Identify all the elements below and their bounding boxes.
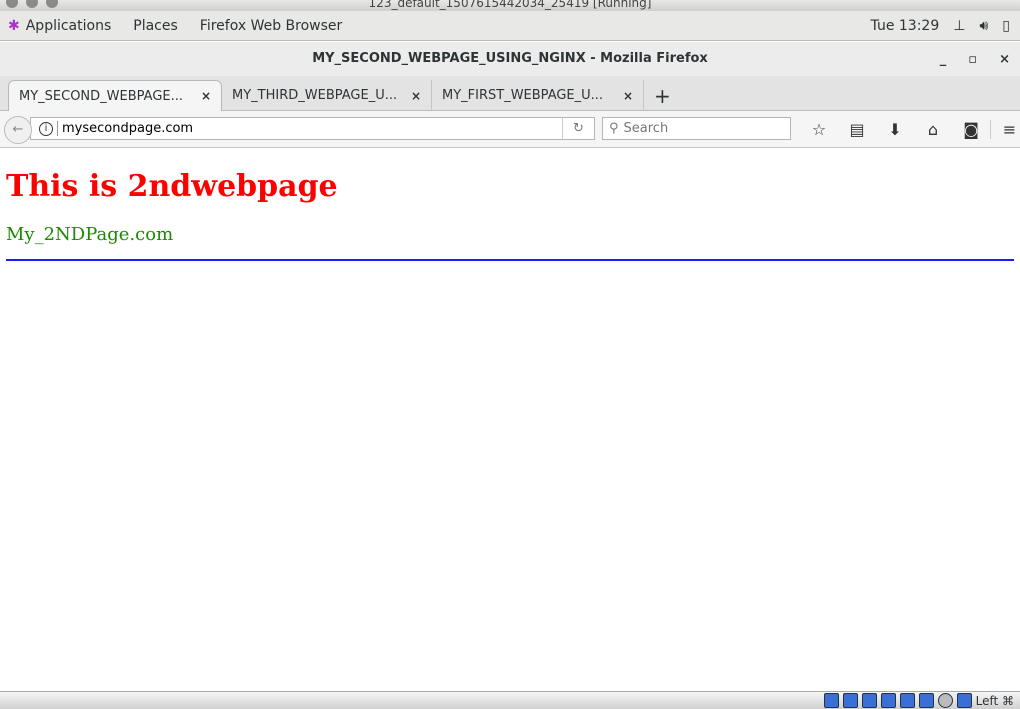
volume-icon[interactable]: 🔊︎ [979, 18, 988, 34]
info-icon[interactable]: i [39, 121, 53, 136]
home-icon[interactable]: ⌂ [914, 120, 952, 139]
close-tab-icon[interactable]: × [411, 89, 421, 103]
hard-disk-icon[interactable] [823, 693, 839, 708]
search-input[interactable]: ⚲ Search [602, 117, 791, 140]
new-tab-button[interactable]: + [644, 80, 671, 111]
back-button[interactable]: ← [4, 116, 32, 144]
mouse-integration-icon[interactable] [956, 693, 972, 708]
places-menu[interactable]: Places [133, 18, 178, 34]
app-menu[interactable]: Firefox Web Browser [200, 18, 343, 34]
menu-icon[interactable]: ≡ [990, 120, 1020, 139]
battery-icon[interactable]: ▯ [1002, 18, 1010, 34]
recording-icon[interactable] [937, 693, 953, 708]
gnome-foot-icon: ✱ [8, 17, 20, 34]
pocket-icon[interactable]: ◙ [952, 120, 990, 139]
applications-menu[interactable]: ✱ Applications [8, 18, 111, 34]
gnome-top-bar: ✱ Applications Places Firefox Web Browser… [0, 11, 1020, 41]
close-tab-icon[interactable]: × [623, 89, 633, 103]
search-icon: ⚲ [609, 121, 619, 136]
navigation-toolbar: i mysecondpage.com ↻ ← ⚲ Search ☆ ▤ ⬇ ⌂ ◙… [0, 111, 1020, 148]
url-text[interactable]: mysecondpage.com [57, 121, 193, 136]
page-heading: This is 2ndwebpage [6, 169, 338, 204]
clock[interactable]: Tue 13:29 [871, 18, 940, 34]
tab-first-webpage[interactable]: MY_FIRST_WEBPAGE_U... × [432, 80, 644, 111]
reading-list-icon[interactable]: ▤ [838, 120, 876, 139]
display-icon[interactable] [842, 693, 858, 708]
window-title: MY_SECOND_WEBPAGE_USING_NGINX - Mozilla … [0, 42, 1020, 76]
network-adapter-icon[interactable] [899, 693, 915, 708]
tab-second-webpage[interactable]: MY_SECOND_WEBPAGE... × [8, 80, 222, 111]
close-button[interactable]: × [999, 52, 1010, 67]
shared-folder-icon[interactable] [861, 693, 877, 708]
bookmark-star-icon[interactable]: ☆ [800, 120, 838, 139]
divider [6, 259, 1014, 261]
url-bar[interactable]: i mysecondpage.com ↻ [30, 117, 595, 140]
vm-title: 123_default_1507615442034_25419 [Running… [368, 0, 652, 10]
minimize-button[interactable]: _ [940, 52, 947, 67]
vm-status-bar: Left ⌘ [0, 691, 1020, 709]
screen-icon[interactable] [880, 693, 896, 708]
page-subtext: My_2NDPage.com [6, 224, 174, 245]
tab-strip: MY_SECOND_WEBPAGE... × MY_THIRD_WEBPAGE_U… [0, 76, 1020, 111]
download-icon[interactable]: ⬇ [876, 120, 914, 139]
usb-icon[interactable] [918, 693, 934, 708]
page-content: This is 2ndwebpage My_2NDPage.com [0, 149, 1020, 691]
host-key-label: Left ⌘ [975, 693, 1014, 708]
vm-title-bar: 123_default_1507615442034_25419 [Running… [0, 0, 1020, 11]
tab-third-webpage[interactable]: MY_THIRD_WEBPAGE_U... × [222, 80, 432, 111]
network-icon[interactable]: ⊥ [953, 18, 965, 34]
maximize-button[interactable]: ▫ [968, 52, 977, 67]
reload-icon[interactable]: ↻ [562, 118, 594, 139]
close-tab-icon[interactable]: × [201, 89, 211, 103]
